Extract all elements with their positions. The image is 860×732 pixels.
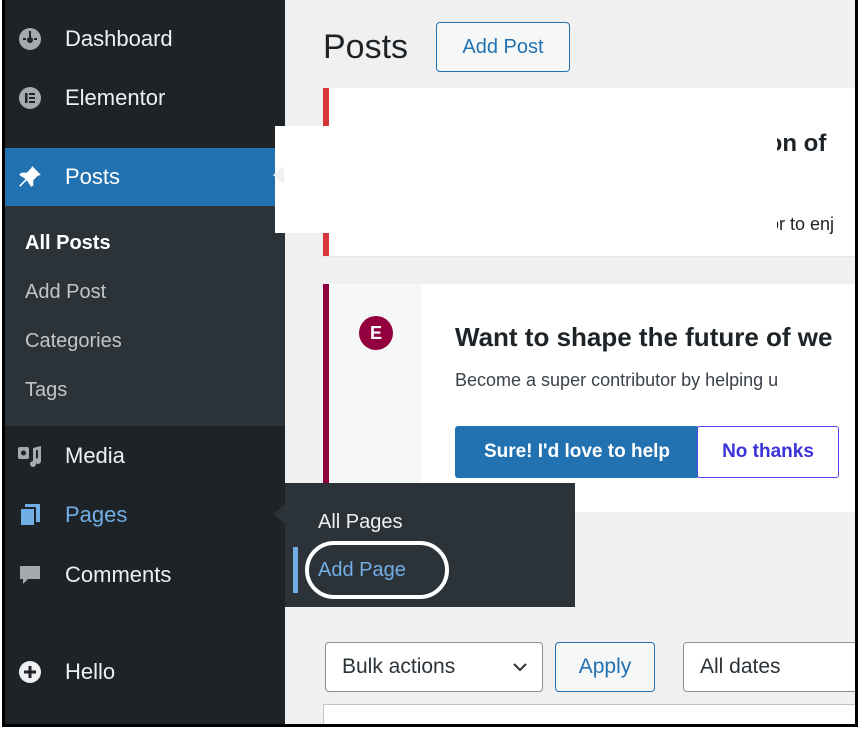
notice-title: Want to shape the future of we: [455, 322, 833, 352]
flyout-focus-bar: [293, 547, 298, 593]
menu-item-pages[interactable]: Pages: [5, 492, 285, 538]
menu-label-elementor: Elementor: [65, 85, 166, 110]
menu-label-hello: Hello: [65, 659, 116, 684]
chevron-down-icon: [512, 655, 528, 684]
notice-icon-column: E: [329, 284, 421, 512]
menu-label-dashboard: Dashboard: [65, 26, 173, 51]
flyout-arrow: [273, 504, 285, 524]
admin-sidebar: Dashboard Elementor Posts All Posts Add …: [5, 0, 285, 724]
wp-admin-window: Dashboard Elementor Posts All Posts Add …: [2, 0, 858, 727]
bulk-actions-label: Bulk actions: [342, 655, 456, 678]
pin-icon: [17, 164, 43, 190]
sure-help-button[interactable]: Sure! I'd love to help: [455, 426, 699, 478]
dates-label: All dates: [700, 655, 781, 678]
add-post-button[interactable]: Add Post: [436, 22, 570, 72]
comment-icon: [17, 562, 43, 588]
posts-table: [323, 704, 855, 724]
elementor-icon: [17, 85, 43, 111]
bulk-actions-select[interactable]: Bulk actions: [325, 642, 543, 692]
highlight-circle: [305, 541, 449, 599]
posts-submenu: All Posts Add Post Categories Tags: [5, 206, 285, 426]
menu-item-dashboard[interactable]: Dashboard: [5, 16, 285, 62]
menu-label-pages: Pages: [65, 502, 128, 527]
dashboard-icon: [17, 26, 43, 52]
menu-label-media: Media: [65, 443, 125, 468]
submenu-add-post[interactable]: Add Post: [25, 281, 106, 304]
media-icon: [17, 443, 43, 469]
submenu-all-posts[interactable]: All Posts: [25, 232, 111, 255]
elementor-logo-icon: E: [359, 316, 393, 350]
notice-text: Become a super contributor by helping u: [455, 370, 779, 390]
menu-item-hello[interactable]: Hello: [5, 649, 285, 695]
menu-item-posts[interactable]: Posts: [5, 148, 285, 206]
menu-label-posts: Posts: [65, 164, 121, 189]
submenu-categories[interactable]: Categories: [25, 330, 122, 353]
menu-label-comments: Comments: [65, 562, 172, 587]
submenu-tags[interactable]: Tags: [25, 379, 67, 402]
elementor-notice: E Want to shape the future of we Become …: [323, 284, 855, 512]
current-menu-arrow: [273, 166, 284, 184]
redaction-overlay: [275, 126, 777, 233]
menu-item-media[interactable]: Media: [5, 433, 285, 479]
page-title: Posts: [323, 28, 409, 66]
no-thanks-button[interactable]: No thanks: [697, 426, 839, 478]
flyout-all-pages[interactable]: All Pages: [318, 511, 403, 534]
pages-icon: [17, 502, 43, 528]
notice-text-fragment: or to enj: [769, 214, 835, 234]
apply-button[interactable]: Apply: [555, 642, 655, 692]
menu-item-comments[interactable]: Comments: [5, 552, 285, 598]
menu-item-elementor[interactable]: Elementor: [5, 75, 285, 121]
plus-circle-icon: [17, 659, 43, 685]
dates-filter-select[interactable]: All dates: [683, 642, 855, 692]
